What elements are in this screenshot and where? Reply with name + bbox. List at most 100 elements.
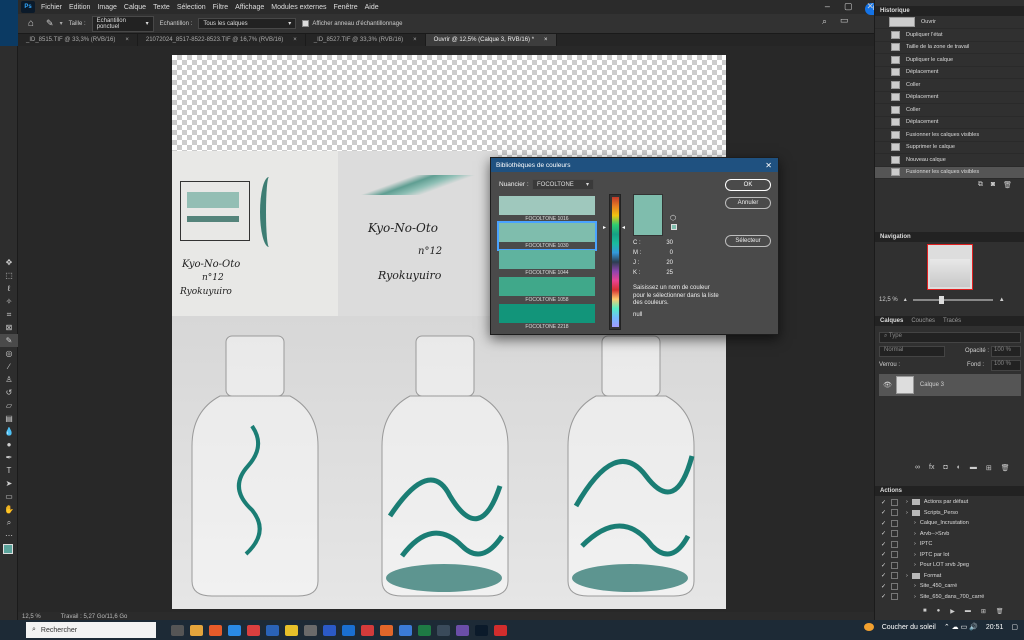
mail-icon[interactable] [342,624,355,636]
dialog-toggle-box[interactable] [891,582,898,590]
chevron-right-icon[interactable]: › [906,499,908,505]
eye-icon[interactable]: 👁 [883,381,892,389]
excel-icon[interactable] [418,624,431,636]
history-item[interactable]: Coller [875,104,1024,117]
check-icon[interactable]: ✓ [881,583,889,590]
magic-wand-tool-icon[interactable]: ✧ [0,295,18,308]
navigator-zoom[interactable]: 12,5 % [879,297,898,303]
navigator-preview[interactable] [927,244,973,290]
menu-modules-externes[interactable]: Modules externes [271,4,326,11]
stop-icon[interactable]: ■ [923,608,927,615]
tab-calques[interactable]: Calques [880,318,903,324]
action-item[interactable]: ✓ › Pour LOT srvb Jpeg [875,560,1024,571]
zoom-slider[interactable] [912,295,993,304]
media-icon[interactable] [361,624,374,636]
weather-text[interactable]: Coucher du soleil [882,624,936,631]
history-brush-tool-icon[interactable]: ↺ [0,386,18,399]
dialog-toggle-box[interactable] [891,530,898,538]
check-icon[interactable]: ✓ [881,562,889,569]
tab-document-1[interactable]: _ID_8515.TIF @ 33,3% (RVB/16) × [18,34,138,46]
eraser-tool-icon[interactable]: ▱ [0,399,18,412]
check-icon[interactable]: ✓ [881,520,889,527]
tab-document-3[interactable]: _ID_8527.TIF @ 33,3% (RVB/16) × [306,34,426,46]
action-item[interactable]: ✓ › Site_650_dans_700_carré [875,592,1024,603]
chevron-right-icon[interactable]: › [906,510,908,516]
trash-icon[interactable]: 🗑 [996,608,1004,615]
link-icon[interactable]: ∞ [915,464,920,472]
action-item[interactable]: ✓ › Calque_Incrustation [875,518,1024,529]
menu-selection[interactable]: Sélection [177,4,206,11]
notification-icon[interactable]: ▢ [1011,623,1018,631]
color-swatch-item[interactable]: FOCOLTONE 1058 [499,277,595,303]
dialog-toggle-box[interactable] [891,561,898,569]
close-icon[interactable]: × [125,37,129,43]
adjustment-icon[interactable]: ◐ [957,464,961,472]
app-icon[interactable] [399,624,412,636]
cube-icon[interactable]: ⬡ [670,214,676,222]
history-item[interactable]: Coller [875,79,1024,92]
websafe-swatch[interactable] [671,224,677,230]
camera-icon[interactable]: ◙ [991,181,995,191]
chevron-right-icon[interactable]: › [914,552,916,558]
crop-tool-icon[interactable]: ⌗ [0,308,18,321]
new-action-icon[interactable]: ⊞ [981,608,986,615]
dialog-toggle-box[interactable] [891,572,898,580]
action-item[interactable]: ✓ › IPTC par lot [875,550,1024,561]
menu-fichier[interactable]: Fichier [41,4,62,11]
menu-aide[interactable]: Aide [365,4,379,11]
menu-affichage[interactable]: Affichage [235,4,264,11]
cancel-button[interactable]: Annuler [725,197,771,209]
dialog-toggle-box[interactable] [891,540,898,548]
rectangle-tool-icon[interactable]: ▭ [0,490,18,503]
color-swatch-item[interactable]: FOCOLTONE 1030 [497,221,597,251]
color-swatch-item[interactable]: FOCOLTONE 2218 [499,304,595,330]
clock[interactable]: 20:51 [986,624,1004,631]
record-icon[interactable]: ● [937,608,941,615]
history-item[interactable]: Dupliquer l'état [875,29,1024,42]
zoom-out-icon[interactable]: ▴ [904,296,907,303]
chevron-right-icon[interactable]: › [914,541,916,547]
chevron-right-icon[interactable]: › [914,520,916,526]
close-icon[interactable]: × [544,37,548,43]
stamp-tool-icon[interactable]: ♙ [0,373,18,386]
onedrive-icon[interactable] [266,624,279,636]
minimize-icon[interactable]: – [825,1,830,12]
history-item[interactable]: Fusionner les calques visibles [875,129,1024,142]
chevron-down-icon[interactable]: ▾ [60,20,63,27]
trash-icon[interactable]: 🗑 [1003,181,1012,191]
history-item[interactable]: Nouveau calque [875,154,1024,167]
weather-icon[interactable] [863,623,874,631]
move-tool-icon[interactable]: ✥ [0,256,18,269]
color-swatches[interactable] [0,542,17,564]
check-icon[interactable]: ✓ [881,551,889,558]
new-layer-icon[interactable]: ⊞ [986,464,992,472]
taille-select[interactable]: Echantillon ponctuel ▾ [91,15,154,32]
new-document-icon[interactable]: ⧉ [978,181,983,191]
gradient-tool-icon[interactable]: ▤ [0,412,18,425]
echantillon-select[interactable]: Tous les calques ▾ [198,18,297,29]
history-item[interactable]: Fusionner les calques visibles [875,166,1024,179]
marquee-tool-icon[interactable]: ⬚ [0,269,18,282]
action-item[interactable]: ✓ › Site_450_carré [875,581,1024,592]
menu-calque[interactable]: Calque [124,4,146,11]
taskbar-search[interactable]: ⌕ Rechercher [26,622,156,638]
check-icon[interactable]: ✓ [881,572,889,579]
check-icon[interactable]: ✓ [881,509,889,516]
tab-couches[interactable]: Couches [911,318,935,324]
firefox-icon[interactable] [209,624,222,636]
spectrum-slider[interactable] [609,194,621,330]
play-icon[interactable]: ▶ [950,608,955,615]
menu-image[interactable]: Image [97,4,116,11]
nuancier-select[interactable]: FOCOLTONE ▾ [532,179,594,190]
app-icon[interactable] [304,624,317,636]
chevron-right-icon[interactable]: › [914,562,916,568]
zoom-in-icon[interactable]: ▲ [999,297,1005,303]
photoshop-icon[interactable] [475,624,488,636]
history-item[interactable]: Dupliquer le calque [875,54,1024,67]
chrome-icon[interactable] [190,624,203,636]
mask-icon[interactable]: ◘ [943,464,947,472]
check-icon[interactable]: ✓ [881,541,889,548]
fx-icon[interactable]: fx [929,464,934,472]
app-icon[interactable] [494,624,507,636]
zoom-tool-icon[interactable]: ⌕ [0,516,18,529]
